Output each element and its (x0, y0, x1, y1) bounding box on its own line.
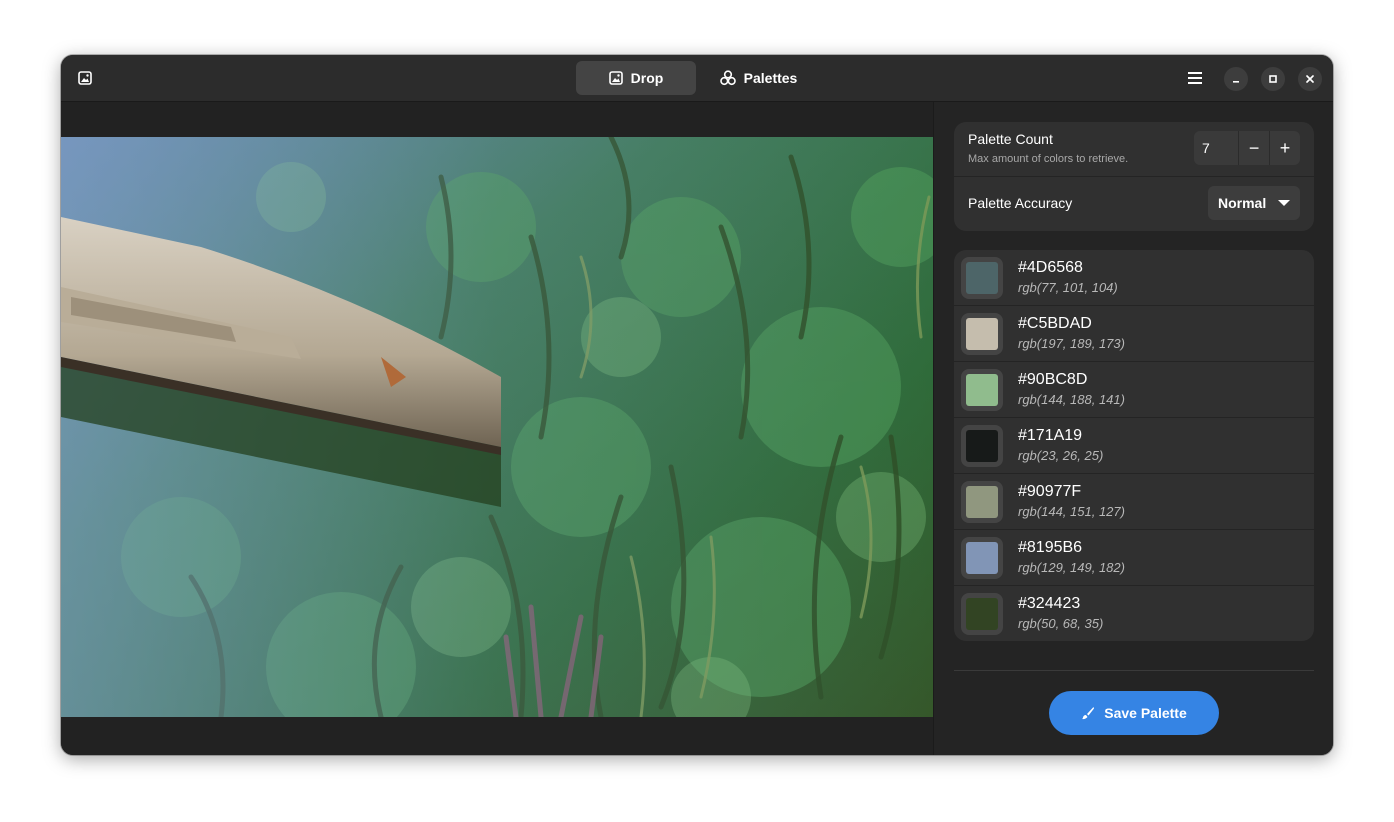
palette-circles-icon (719, 70, 736, 86)
app-window: Drop Palettes Palette Count Max amount o… (61, 55, 1333, 755)
palette-accuracy-dropdown[interactable]: Normal (1208, 186, 1300, 220)
color-swatch-frame (961, 257, 1003, 299)
palette-accuracy-title: Palette Accuracy (968, 195, 1073, 211)
header-bar: Drop Palettes (61, 55, 1333, 102)
color-row[interactable]: #4D6568 rgb(77, 101, 104) (954, 250, 1314, 306)
color-swatch-frame (961, 369, 1003, 411)
image-drop-area[interactable] (61, 102, 933, 755)
color-hex: #4D6568 (1018, 259, 1083, 276)
paintbrush-icon (1082, 707, 1095, 720)
decrement-button[interactable]: − (1238, 131, 1269, 165)
palette-count-row: Palette Count Max amount of colors to re… (954, 122, 1314, 177)
color-row[interactable]: #324423 rgb(50, 68, 35) (954, 586, 1314, 641)
minimize-icon (1233, 81, 1239, 83)
tab-drop[interactable]: Drop (576, 61, 696, 95)
color-swatch (966, 542, 998, 574)
close-icon (1306, 75, 1314, 83)
color-row[interactable]: #90BC8D rgb(144, 188, 141) (954, 362, 1314, 418)
hamburger-menu-icon (1188, 72, 1202, 84)
photo-canvas (61, 137, 933, 717)
color-swatch-frame (961, 593, 1003, 635)
color-swatch (966, 598, 998, 630)
color-swatch (966, 430, 998, 462)
color-row[interactable]: #171A19 rgb(23, 26, 25) (954, 418, 1314, 474)
palette-settings-card: Palette Count Max amount of colors to re… (954, 122, 1314, 231)
color-swatch-frame (961, 425, 1003, 467)
color-hex: #8195B6 (1018, 539, 1083, 556)
image-icon (78, 71, 92, 85)
tab-palettes-label: Palettes (743, 70, 798, 86)
tab-palettes[interactable]: Palettes (706, 61, 811, 95)
color-swatch (966, 374, 998, 406)
palette-accuracy-row: Palette Accuracy Normal (954, 177, 1314, 231)
palette-count-stepper[interactable]: 7 − + (1194, 131, 1300, 165)
color-hex: #324423 (1018, 595, 1081, 612)
color-hex: #90977F (1018, 483, 1082, 500)
color-rgb: rgb(129, 149, 182) (1018, 560, 1125, 575)
main-menu-button[interactable] (1179, 63, 1211, 93)
color-hex: #171A19 (1018, 427, 1083, 444)
color-rgb: rgb(23, 26, 25) (1018, 448, 1104, 463)
color-swatch (966, 486, 998, 518)
minimize-button[interactable] (1224, 67, 1248, 91)
tab-drop-label: Drop (630, 70, 664, 86)
color-row[interactable]: #90977F rgb(144, 151, 127) (954, 474, 1314, 530)
increment-button[interactable]: + (1269, 131, 1300, 165)
palette-count-title: Palette Count (968, 131, 1053, 147)
color-swatch-frame (961, 481, 1003, 523)
loaded-photo (61, 137, 933, 717)
color-swatch-frame (961, 313, 1003, 355)
color-rgb: rgb(144, 151, 127) (1018, 504, 1125, 519)
color-list: #4D6568 rgb(77, 101, 104) #C5BDAD rgb(19… (954, 250, 1314, 641)
save-palette-label: Save Palette (1104, 705, 1187, 721)
color-rgb: rgb(50, 68, 35) (1018, 616, 1104, 631)
palette-count-subtitle: Max amount of colors to retrieve. (968, 153, 1129, 165)
color-hex: #90BC8D (1018, 371, 1088, 388)
palette-accuracy-value: Normal (1218, 195, 1267, 211)
color-row[interactable]: #C5BDAD rgb(197, 189, 173) (954, 306, 1314, 362)
color-swatch-frame (961, 537, 1003, 579)
divider (954, 670, 1314, 671)
color-rgb: rgb(77, 101, 104) (1018, 280, 1118, 295)
palette-count-value[interactable]: 7 (1194, 131, 1238, 165)
image-icon (608, 71, 623, 85)
color-row[interactable]: #8195B6 rgb(129, 149, 182) (954, 530, 1314, 586)
close-button[interactable] (1298, 67, 1322, 91)
sidebar: Palette Count Max amount of colors to re… (933, 102, 1333, 755)
save-palette-button[interactable]: Save Palette (1049, 691, 1219, 735)
chevron-down-icon (1278, 200, 1291, 206)
maximize-button[interactable] (1261, 67, 1285, 91)
color-rgb: rgb(197, 189, 173) (1018, 336, 1125, 351)
color-hex: #C5BDAD (1018, 315, 1092, 332)
open-image-button[interactable] (71, 63, 99, 93)
color-swatch (966, 318, 998, 350)
maximize-icon (1269, 75, 1277, 83)
color-swatch (966, 262, 998, 294)
color-rgb: rgb(144, 188, 141) (1018, 392, 1125, 407)
